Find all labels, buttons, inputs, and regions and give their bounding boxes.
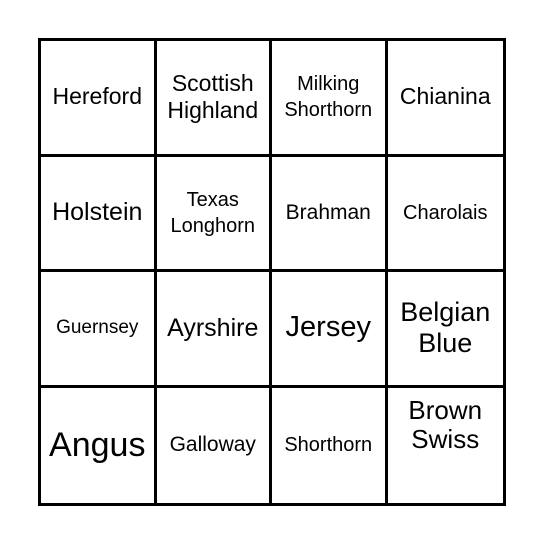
- cell-label: Milking Shorthorn: [284, 73, 373, 122]
- bingo-cell[interactable]: Holstein: [41, 156, 157, 272]
- cell-label: Galloway: [169, 433, 256, 457]
- bingo-cell[interactable]: Jersey: [272, 272, 388, 388]
- bingo-cell[interactable]: Charolais: [387, 157, 503, 272]
- cell-label: Angus: [49, 425, 146, 464]
- bingo-board: Hereford Scottish Highland Milking Short…: [38, 38, 506, 506]
- cell-label: Belgian Blue: [400, 297, 491, 359]
- cell-label: Guernsey: [56, 317, 139, 339]
- bingo-cell[interactable]: Brahman: [272, 156, 388, 272]
- cell-label: Hereford: [52, 83, 142, 110]
- bingo-cell[interactable]: Guernsey: [41, 272, 157, 388]
- bingo-cell[interactable]: Texas Longhorn: [156, 156, 272, 272]
- bingo-cell[interactable]: Scottish Highland: [156, 41, 272, 157]
- cell-label: Holstein: [52, 198, 143, 227]
- bingo-cell[interactable]: Ayrshire: [156, 272, 272, 388]
- cell-label: Charolais: [403, 201, 488, 224]
- cell-label: Jersey: [285, 311, 371, 344]
- bingo-cell[interactable]: Hereford: [41, 41, 157, 157]
- cell-label: Brahman: [285, 200, 371, 224]
- cell-label: Texas Longhorn: [170, 188, 256, 237]
- bingo-cell[interactable]: Angus: [41, 387, 157, 503]
- bingo-cell[interactable]: Chianina: [387, 41, 503, 157]
- cell-label: Ayrshire: [167, 313, 259, 342]
- bingo-cell[interactable]: Galloway: [157, 387, 272, 503]
- cell-label: Brown Swiss: [408, 394, 483, 455]
- bingo-cell[interactable]: Brown Swiss: [388, 388, 504, 504]
- bingo-cell[interactable]: Shorthorn: [272, 387, 388, 503]
- bingo-cell[interactable]: Belgian Blue: [387, 272, 503, 388]
- cell-label: Shorthorn: [284, 434, 373, 457]
- cell-label: Chianina: [399, 83, 491, 110]
- bingo-cell[interactable]: Milking Shorthorn: [272, 41, 388, 157]
- cell-label: Scottish Highland: [167, 69, 259, 124]
